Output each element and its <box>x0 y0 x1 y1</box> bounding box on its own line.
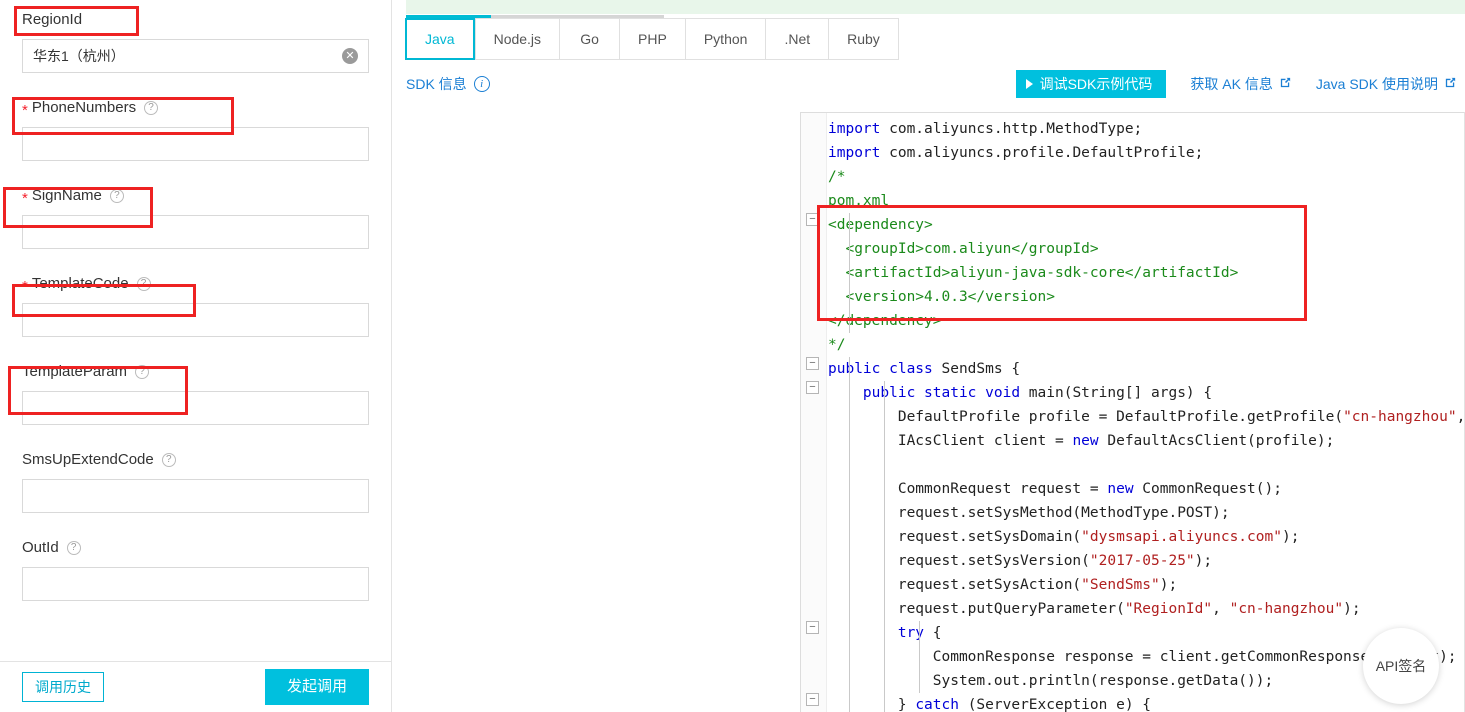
tab-ruby[interactable]: Ruby <box>828 19 898 59</box>
required-marker: * <box>22 101 28 119</box>
tab-dotnet[interactable]: .Net <box>765 19 829 59</box>
get-ak-link[interactable]: 获取 AK 信息 <box>1190 74 1291 94</box>
info-icon[interactable]: i <box>473 76 490 92</box>
field-label-templateparam: TemplateParam ? <box>22 362 369 382</box>
fold-toggle-class[interactable]: − <box>806 357 819 370</box>
help-icon[interactable]: ? <box>136 277 151 291</box>
external-link-glyph <box>1280 77 1291 88</box>
language-tabs: Java Node.js Go PHP Python .Net Ruby <box>405 18 899 60</box>
label-text: SmsUpExtendCode <box>22 451 154 468</box>
parameters-form: RegionId 华东1（杭州） ✕ * PhoneNumbers ? * Si… <box>0 0 391 661</box>
java-sdk-doc-label: Java SDK 使用说明 <box>1315 76 1438 92</box>
sdk-info-link[interactable]: SDK 信息 i <box>406 74 490 94</box>
field-templateparam: TemplateParam ? <box>0 337 391 425</box>
code-editor[interactable]: 复制 − − − − − import com.aliyuncs.http.Me… <box>800 112 1465 712</box>
required-marker: * <box>22 277 28 295</box>
field-label-smsupextendcode: SmsUpExtendCode ? <box>22 450 369 470</box>
source-code[interactable]: import com.aliyuncs.http.MethodType; imp… <box>828 113 1465 712</box>
input-smsupextendcode[interactable] <box>22 479 369 513</box>
call-history-button[interactable]: 调用历史 <box>22 672 104 702</box>
code-content[interactable]: import com.aliyuncs.http.MethodType; imp… <box>828 113 1465 712</box>
help-icon[interactable]: ? <box>135 365 150 379</box>
field-templatecode: * TemplateCode ? <box>0 249 391 337</box>
debug-sdk-label: 调试SDK示例代码 <box>1039 76 1153 92</box>
editor-gutter: − − − − − <box>801 113 827 712</box>
input-value: 华东1（杭州） <box>33 48 125 64</box>
field-label-signname: * SignName ? <box>22 186 369 206</box>
clear-icon[interactable]: ✕ <box>342 48 358 64</box>
external-link-icon <box>1279 76 1292 92</box>
form-footer: 调用历史 发起调用 <box>0 661 391 712</box>
label-text: TemplateParam <box>22 363 128 380</box>
debug-sdk-button[interactable]: 调试SDK示例代码 <box>1015 70 1167 98</box>
field-phonenumbers: * PhoneNumbers ? <box>0 73 391 161</box>
tab-go[interactable]: Go <box>559 19 620 59</box>
required-marker: * <box>22 189 28 207</box>
top-banner <box>406 0 1465 14</box>
tab-java[interactable]: Java <box>405 18 475 60</box>
sdk-info-label: SDK 信息 <box>406 76 467 92</box>
field-signname: * SignName ? <box>0 161 391 249</box>
submit-call-button[interactable]: 发起调用 <box>264 669 369 705</box>
field-regionid: RegionId 华东1（杭州） ✕ <box>0 0 391 73</box>
fold-toggle-try[interactable]: − <box>806 621 819 634</box>
tab-nodejs[interactable]: Node.js <box>474 19 560 59</box>
field-label-templatecode: * TemplateCode ? <box>22 274 369 294</box>
label-text: PhoneNumbers <box>31 99 137 116</box>
fold-toggle-main[interactable]: − <box>806 381 819 394</box>
input-phonenumbers[interactable] <box>22 127 369 161</box>
field-outid: OutId ? <box>0 513 391 601</box>
field-label-outid: OutId ? <box>22 538 369 558</box>
play-icon <box>1025 79 1033 89</box>
indent-guide <box>884 381 885 712</box>
help-icon[interactable]: ? <box>144 101 159 115</box>
field-smsupextendcode: SmsUpExtendCode ? <box>0 425 391 513</box>
help-icon[interactable]: ? <box>109 189 124 203</box>
label-text: SignName <box>31 187 102 204</box>
sdk-actions: 调试SDK示例代码 获取 AK 信息 Java SDK 使用说明 <box>1015 70 1457 98</box>
api-explorer-page: RegionId 华东1（杭州） ✕ * PhoneNumbers ? * Si… <box>0 0 1465 712</box>
tab-php[interactable]: PHP <box>619 19 685 59</box>
indent-guide <box>849 357 850 712</box>
label-text: OutId <box>22 539 59 556</box>
fold-toggle-dependency[interactable]: − <box>806 213 819 226</box>
java-sdk-doc-link[interactable]: Java SDK 使用说明 <box>1316 74 1457 94</box>
request-parameters-panel: RegionId 华东1（杭州） ✕ * PhoneNumbers ? * Si… <box>0 0 392 712</box>
external-link-glyph <box>1445 77 1456 88</box>
input-templatecode[interactable] <box>22 303 369 337</box>
input-templateparam[interactable] <box>22 391 369 425</box>
input-regionid[interactable]: 华东1（杭州） ✕ <box>22 39 369 73</box>
api-signature-fab[interactable]: API签名 <box>1363 628 1439 704</box>
indent-guide <box>919 621 920 693</box>
input-outid[interactable] <box>22 567 369 601</box>
indent-guide <box>849 213 850 333</box>
field-label-regionid: RegionId <box>22 10 369 30</box>
field-label-phonenumbers: * PhoneNumbers ? <box>22 98 369 118</box>
sdk-sample-panel: Java Node.js Go PHP Python .Net Ruby SDK… <box>392 0 1465 712</box>
help-icon[interactable]: ? <box>66 541 81 555</box>
get-ak-label: 获取 AK 信息 <box>1190 76 1273 92</box>
label-text: RegionId <box>22 11 83 28</box>
label-text: TemplateCode <box>31 275 129 292</box>
fold-toggle-catch[interactable]: − <box>806 693 819 706</box>
input-signname[interactable] <box>22 215 369 249</box>
external-link-icon <box>1444 76 1457 92</box>
tab-python[interactable]: Python <box>684 19 766 59</box>
help-icon[interactable]: ? <box>161 453 176 467</box>
